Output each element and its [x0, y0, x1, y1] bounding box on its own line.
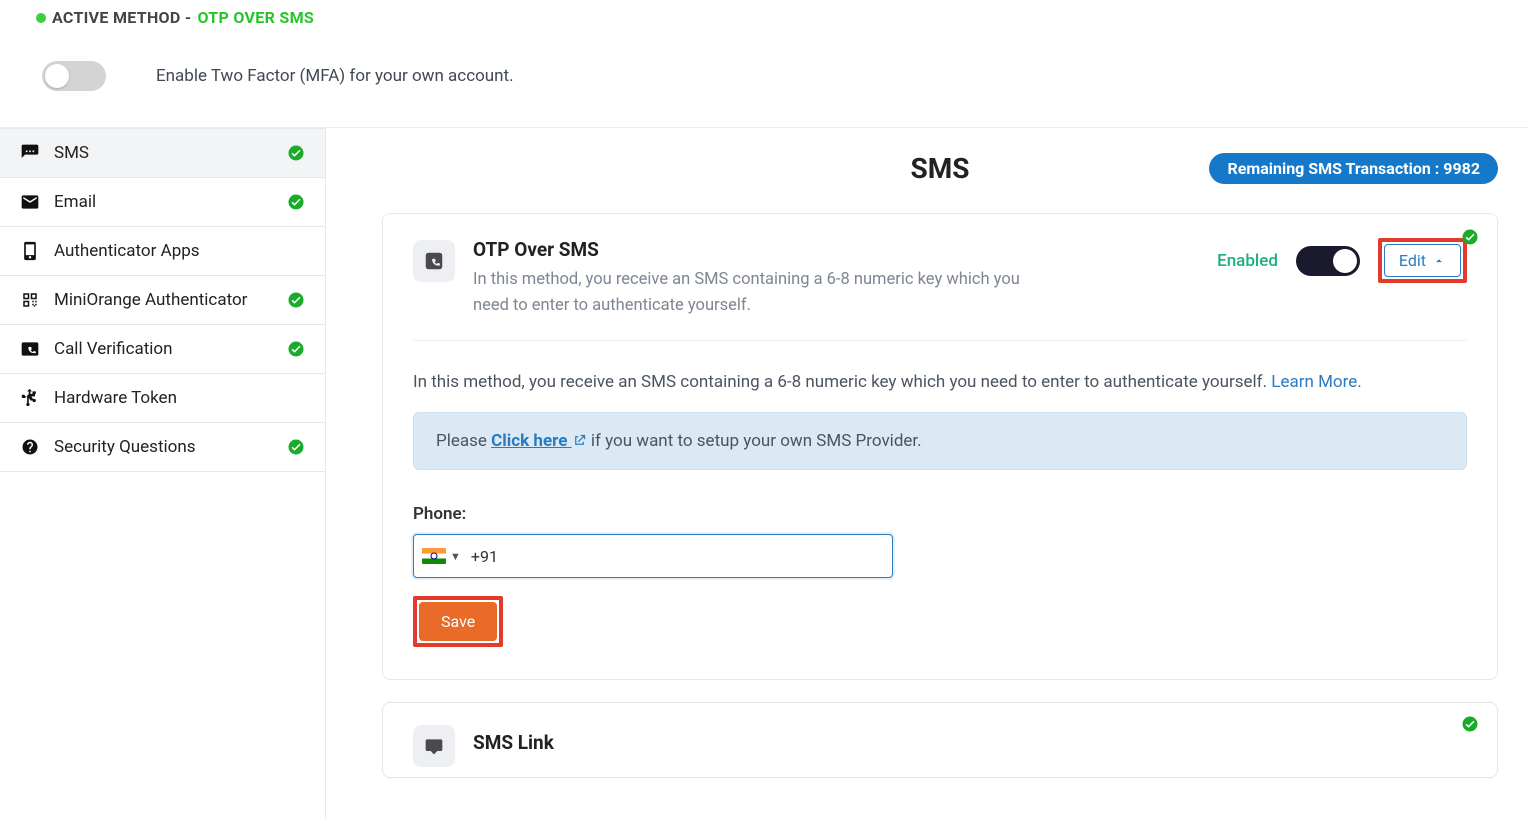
sidebar-item-label: MiniOrange Authenticator	[54, 290, 247, 310]
sidebar-item-call-verification[interactable]: Call Verification	[0, 325, 325, 374]
check-circle-icon	[287, 291, 305, 309]
check-circle-icon	[1461, 715, 1479, 737]
phone-icon	[20, 241, 40, 261]
active-method-value: OTP OVER SMS	[197, 8, 314, 27]
enabled-status: Enabled	[1217, 251, 1278, 271]
sidebar-item-label: Email	[54, 192, 96, 212]
check-circle-icon	[1461, 228, 1479, 250]
usb-icon	[20, 388, 40, 408]
otp-enabled-toggle[interactable]	[1296, 246, 1360, 276]
sidebar-item-authenticator-apps[interactable]: Authenticator Apps	[0, 227, 325, 276]
external-link-icon	[572, 433, 587, 448]
sidebar-item-label: Authenticator Apps	[54, 241, 200, 261]
otp-over-sms-card: OTP Over SMS In this method, you receive…	[382, 213, 1498, 680]
sidebar-item-security-questions[interactable]: Security Questions	[0, 423, 325, 472]
sidebar-item-hardware-token[interactable]: Hardware Token	[0, 374, 325, 423]
edit-button[interactable]: Edit	[1384, 244, 1461, 277]
edit-button-label: Edit	[1399, 251, 1426, 270]
country-dropdown-caret[interactable]: ▼	[450, 550, 461, 563]
edit-button-highlight: Edit	[1378, 238, 1467, 283]
check-circle-icon	[287, 193, 305, 211]
method-subtitle: In this method, you receive an SMS conta…	[473, 267, 1053, 318]
method-sidebar: SMS Email	[0, 128, 326, 818]
sidebar-item-label: SMS	[54, 143, 89, 163]
save-button-highlight: Save	[413, 596, 503, 647]
sms-icon	[20, 143, 40, 163]
sidebar-item-sms[interactable]: SMS	[0, 129, 325, 178]
check-circle-icon	[287, 438, 305, 456]
sidebar-item-email[interactable]: Email	[0, 178, 325, 227]
save-button[interactable]: Save	[419, 602, 497, 641]
sms-provider-alert: Please Click here if you want to setup y…	[413, 412, 1467, 470]
sidebar-item-label: Hardware Token	[54, 388, 177, 408]
method-title: SMS Link	[473, 731, 554, 754]
method-title: OTP Over SMS	[473, 238, 1053, 261]
sidebar-item-label: Call Verification	[54, 339, 173, 359]
sms-link-card: SMS Link	[382, 702, 1498, 778]
sms-link-icon	[413, 725, 455, 767]
phone-label: Phone:	[413, 504, 1467, 524]
phone-input-wrapper[interactable]: ▼	[413, 534, 893, 578]
click-here-link[interactable]: Click here	[491, 431, 586, 451]
check-circle-icon	[287, 340, 305, 358]
check-circle-icon	[287, 144, 305, 162]
question-icon	[20, 437, 40, 457]
call-icon	[20, 339, 40, 359]
active-method-label: ACTIVE METHOD -	[52, 8, 191, 27]
sidebar-item-miniorange-authenticator[interactable]: MiniOrange Authenticator	[0, 276, 325, 325]
chevron-up-icon	[1432, 254, 1446, 268]
phone-input[interactable]	[461, 535, 884, 577]
qr-icon	[20, 290, 40, 310]
remaining-sms-badge: Remaining SMS Transaction : 9982	[1209, 153, 1498, 184]
enable-mfa-description: Enable Two Factor (MFA) for your own acc…	[156, 66, 514, 86]
status-dot-icon	[36, 13, 46, 23]
learn-more-link[interactable]: Learn More.	[1271, 372, 1361, 392]
page-title: SMS	[911, 152, 970, 185]
sidebar-item-label: Security Questions	[54, 437, 196, 457]
flag-india-icon[interactable]	[422, 548, 446, 564]
method-body-description: In this method, you receive an SMS conta…	[413, 369, 1467, 396]
email-icon	[20, 192, 40, 212]
phone-square-icon	[413, 240, 455, 282]
enable-mfa-toggle[interactable]	[42, 61, 106, 91]
active-method-status: ACTIVE METHOD - OTP OVER SMS	[36, 8, 1492, 27]
